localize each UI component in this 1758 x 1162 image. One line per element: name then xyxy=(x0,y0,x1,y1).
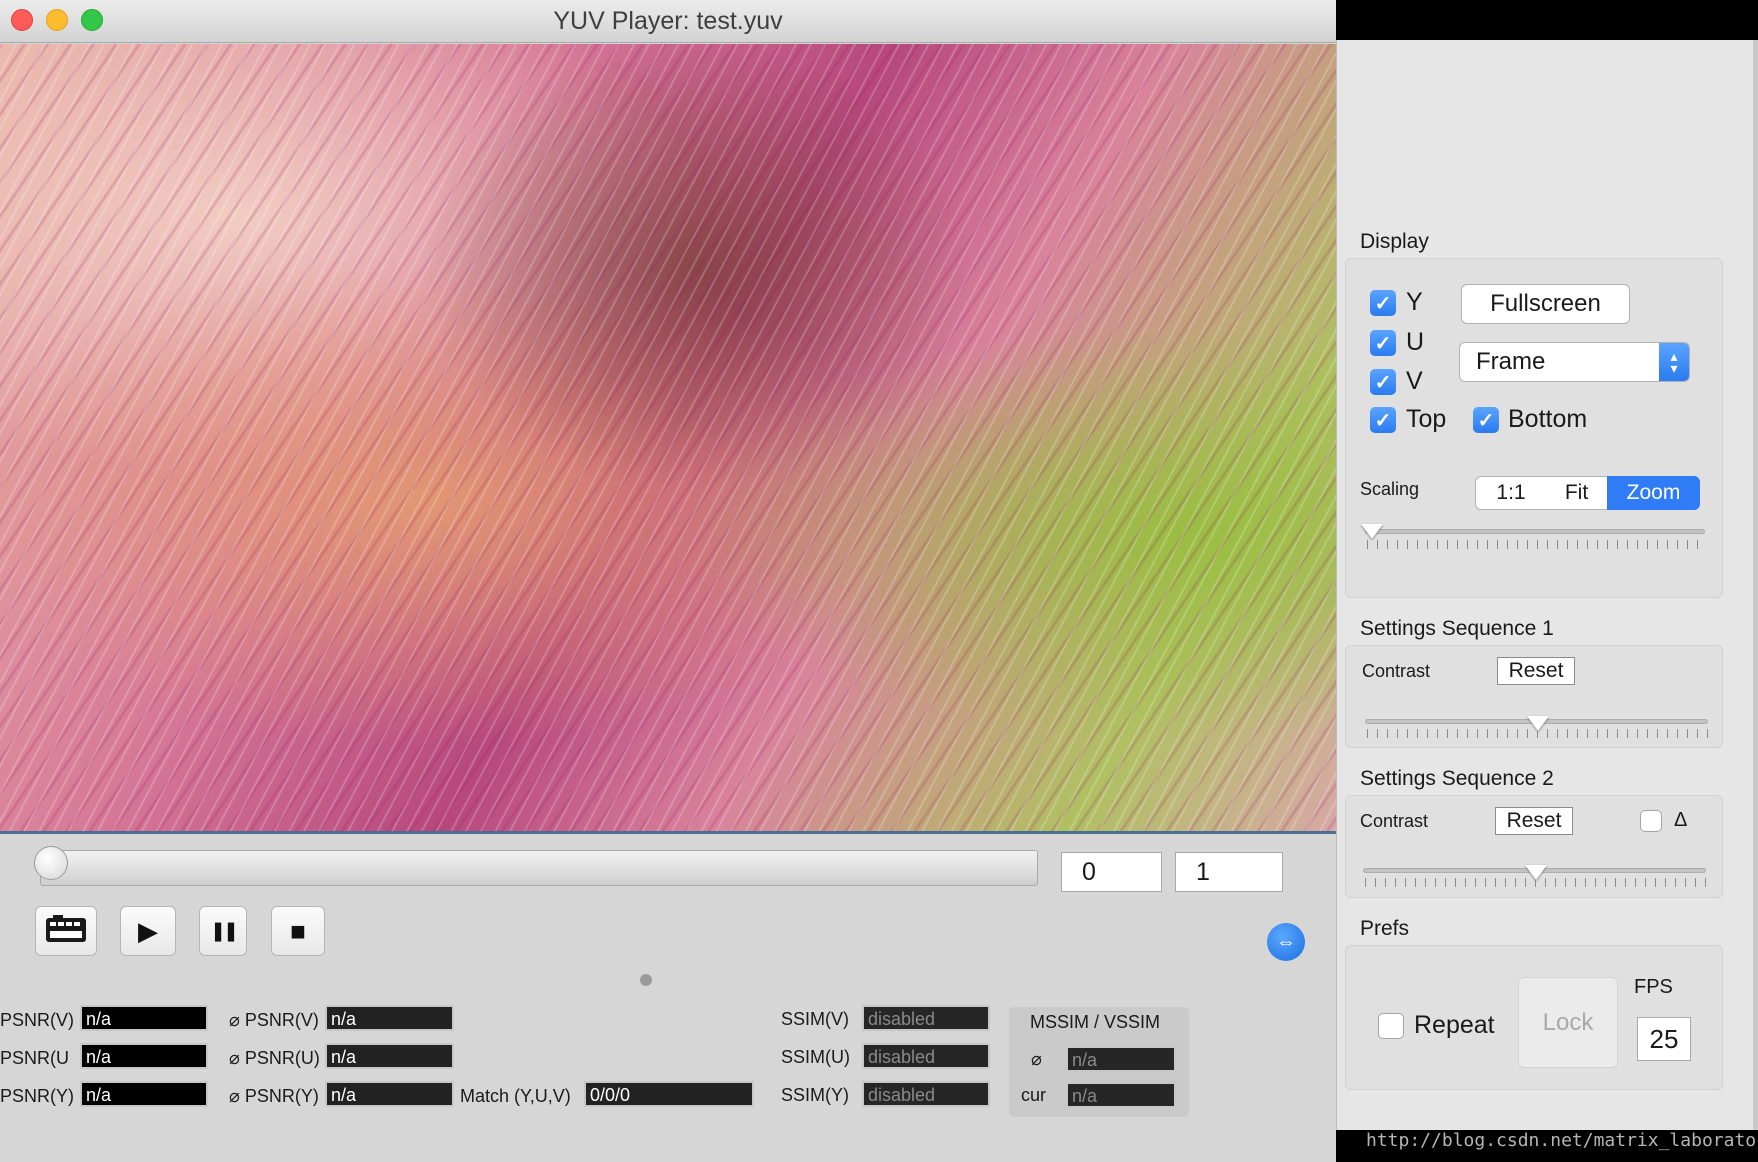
psnr-y-label: PSNR(Y) xyxy=(0,1086,75,1106)
psnr-u-label: PSNR(U xyxy=(0,1048,70,1068)
psnr-v-label: PSNR(V) xyxy=(0,1010,75,1030)
psnr-u-field: n/a xyxy=(80,1043,208,1069)
ssim-v-label: SSIM(V) xyxy=(781,1009,850,1029)
frame-mode-select[interactable]: Frame ▴ ▾ xyxy=(1459,342,1690,382)
stop-button[interactable]: ■ xyxy=(271,906,325,956)
average-icon: ⌀ xyxy=(229,1086,240,1106)
average-icon: ⌀ xyxy=(229,1048,240,1068)
checkmark-icon: ✓ xyxy=(1374,371,1392,394)
mssim-current-field: n/a xyxy=(1066,1082,1176,1108)
seq1-contrast-thumb[interactable] xyxy=(1527,716,1549,731)
fullscreen-button[interactable]: Fullscreen xyxy=(1461,284,1630,324)
watermark-text: http://blog.csdn.net/matrix_laboratory xyxy=(1366,1130,1758,1151)
ssim-u-label: SSIM(U) xyxy=(781,1047,850,1067)
u-checkbox-label: U xyxy=(1406,328,1425,356)
play-button[interactable]: ▶ xyxy=(120,906,176,956)
main-window: YUV Player: test.yuv 0 1 ▶ ❚❚ ■ ⇔ PSNR(V… xyxy=(0,0,1336,1162)
bottom-field-label: Bottom xyxy=(1508,405,1588,433)
timeline-slider-knob[interactable] xyxy=(34,846,68,880)
fps-field[interactable]: 25 xyxy=(1637,1017,1691,1061)
frame-end-field[interactable]: 1 xyxy=(1175,852,1283,892)
seq2-reset-button[interactable]: Reset xyxy=(1495,807,1573,835)
checkmark-icon: ✓ xyxy=(1374,409,1392,432)
toggle-drawer-button[interactable]: ⇔ xyxy=(1267,923,1305,961)
fps-label: FPS xyxy=(1634,976,1673,998)
top-field-label: Top xyxy=(1406,405,1447,433)
video-frame[interactable] xyxy=(0,44,1336,831)
window-title: YUV Player: test.yuv xyxy=(553,7,783,35)
avg-psnr-v-field: n/a xyxy=(325,1005,454,1031)
checkmark-icon: ✓ xyxy=(1477,409,1495,432)
repeat-checkbox[interactable] xyxy=(1378,1013,1404,1039)
play-icon: ▶ xyxy=(138,915,158,946)
avg-psnr-y-field: n/a xyxy=(325,1081,454,1107)
seq2-section-title: Settings Sequence 2 xyxy=(1360,767,1554,790)
select-arrows-icon: ▴ ▾ xyxy=(1659,343,1689,381)
u-checkbox[interactable]: ✓ xyxy=(1370,330,1396,356)
pause-icon: ❚❚ xyxy=(210,920,239,942)
scaling-fit-button[interactable]: Fit xyxy=(1546,476,1608,510)
match-label: Match (Y,U,V) xyxy=(460,1086,571,1106)
seq2-delta-checkbox[interactable] xyxy=(1640,810,1662,832)
seq2-delta-label: Δ xyxy=(1674,809,1688,831)
bottom-field-checkbox[interactable]: ✓ xyxy=(1473,407,1499,433)
avg-psnr-v-label: ⌀ PSNR(V) xyxy=(229,1010,319,1030)
psnr-v-field: n/a xyxy=(80,1005,208,1031)
film-frame-icon xyxy=(45,913,87,950)
match-field: 0/0/0 xyxy=(584,1081,754,1107)
seq2-contrast-thumb[interactable] xyxy=(1525,865,1547,880)
avg-psnr-y-label: ⌀ PSNR(Y) xyxy=(229,1086,319,1106)
scaling-zoom-button[interactable]: Zoom xyxy=(1607,476,1700,510)
average-icon: ⌀ xyxy=(229,1010,240,1030)
seq1-contrast-label: Contrast xyxy=(1362,661,1431,681)
seq2-contrast-label: Contrast xyxy=(1360,811,1429,831)
seq1-reset-button[interactable]: Reset xyxy=(1497,657,1575,685)
double-arrow-icon: ⇔ xyxy=(1276,930,1296,953)
repeat-label: Repeat xyxy=(1414,1011,1495,1039)
v-checkbox[interactable]: ✓ xyxy=(1370,369,1396,395)
pause-button[interactable]: ❚❚ xyxy=(199,906,247,956)
snapshot-button[interactable] xyxy=(35,906,97,956)
ssim-y-label: SSIM(Y) xyxy=(781,1085,850,1105)
checkmark-icon: ✓ xyxy=(1374,332,1392,355)
zoom-slider-thumb[interactable] xyxy=(1361,524,1383,539)
stop-icon: ■ xyxy=(290,915,306,946)
ssim-v-field: disabled xyxy=(862,1005,990,1031)
mssim-average-icon: ⌀ xyxy=(1031,1049,1042,1069)
zoom-slider[interactable] xyxy=(1365,529,1705,534)
frame-mode-value: Frame xyxy=(1476,348,1546,375)
y-checkbox-label: Y xyxy=(1406,288,1423,316)
psnr-y-field: n/a xyxy=(80,1081,208,1107)
mssim-average-field: n/a xyxy=(1066,1046,1176,1072)
scaling-label: Scaling xyxy=(1360,479,1420,499)
frame-start-field[interactable]: 0 xyxy=(1061,852,1162,892)
top-field-checkbox[interactable]: ✓ xyxy=(1370,407,1396,433)
v-checkbox-label: V xyxy=(1406,367,1423,395)
timeline-slider[interactable] xyxy=(40,850,1038,886)
scaling-1to1-button[interactable]: 1:1 xyxy=(1475,476,1547,510)
ssim-y-field: disabled xyxy=(862,1081,990,1107)
mssim-current-label: cur xyxy=(1021,1085,1047,1105)
zoom-slider-ticks xyxy=(1367,540,1705,549)
y-checkbox[interactable]: ✓ xyxy=(1370,290,1396,316)
seq1-section-title: Settings Sequence 1 xyxy=(1360,617,1554,640)
avg-psnr-u-label: ⌀ PSNR(U) xyxy=(229,1048,320,1068)
ssim-u-field: disabled xyxy=(862,1043,990,1069)
checkmark-icon: ✓ xyxy=(1374,292,1392,315)
video-divider xyxy=(0,831,1336,834)
lock-button[interactable]: Lock xyxy=(1518,977,1618,1068)
avg-psnr-u-field: n/a xyxy=(325,1043,454,1069)
mssim-title: MSSIM / VSSIM xyxy=(1030,1012,1161,1032)
display-section-title: Display xyxy=(1360,230,1429,253)
resize-dot xyxy=(640,974,652,986)
prefs-section-title: Prefs xyxy=(1360,917,1410,940)
